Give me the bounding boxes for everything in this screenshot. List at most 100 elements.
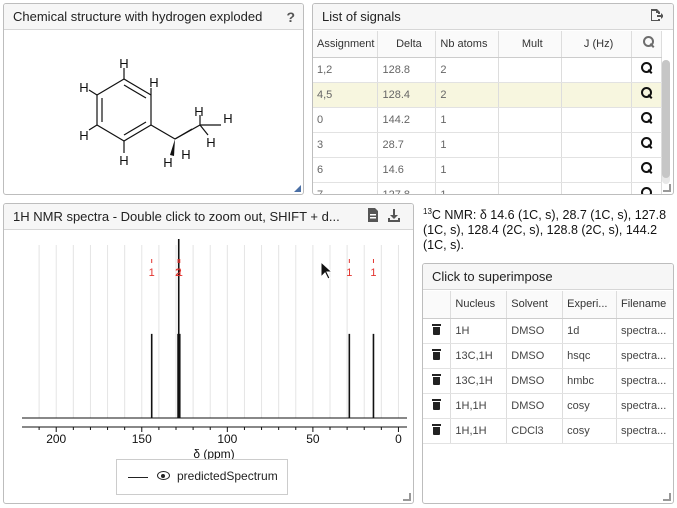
trash-icon[interactable] bbox=[432, 423, 441, 435]
delete-cell[interactable] bbox=[423, 418, 452, 444]
delete-cell[interactable] bbox=[423, 368, 452, 394]
search-icon[interactable] bbox=[640, 137, 653, 149]
signal-row[interactable]: 1,2 128.8 2 bbox=[313, 57, 662, 83]
hydrogen-label: H bbox=[206, 135, 215, 150]
signals-scrollbar[interactable] bbox=[662, 60, 670, 184]
search-icon[interactable] bbox=[640, 62, 653, 74]
signals-table-header: Assignment Delta Nb atoms Mult J (Hz) bbox=[313, 31, 662, 58]
signal-mult[interactable] bbox=[498, 57, 563, 83]
signal-j[interactable] bbox=[561, 82, 633, 108]
row-solvent: DMSO bbox=[506, 343, 564, 369]
signal-nb-atoms: 2 bbox=[435, 82, 500, 108]
hydrogen-label: H bbox=[163, 155, 172, 170]
signal-assignment: 0 bbox=[313, 107, 379, 133]
chart-legend[interactable]: predictedSpectrum bbox=[116, 459, 288, 495]
signal-zoom-cell[interactable] bbox=[631, 82, 662, 108]
signal-mult[interactable] bbox=[498, 132, 563, 158]
search-icon[interactable] bbox=[642, 36, 655, 48]
superimpose-panel-title: Click to superimpose bbox=[432, 269, 553, 284]
resize-handle-icon[interactable] bbox=[403, 493, 411, 501]
signal-assignment: 7 bbox=[313, 182, 379, 194]
column-header-nucleus[interactable]: Nucleus bbox=[450, 291, 508, 319]
pdf-icon[interactable] bbox=[367, 208, 379, 227]
molecule-drawing[interactable]: H H H H H H H H H H bbox=[4, 31, 303, 195]
x-tick-label: 200 bbox=[46, 432, 66, 446]
trash-icon[interactable] bbox=[432, 323, 441, 335]
row-filename: spectra... bbox=[616, 418, 673, 444]
signal-zoom-cell[interactable] bbox=[631, 132, 662, 158]
peak-label: 1 bbox=[370, 267, 376, 279]
signal-j[interactable] bbox=[561, 157, 633, 183]
eye-icon[interactable] bbox=[157, 471, 170, 480]
column-header-delta[interactable]: Delta bbox=[377, 31, 437, 58]
trash-icon[interactable] bbox=[432, 398, 441, 410]
signal-mult[interactable] bbox=[498, 157, 563, 183]
search-icon[interactable] bbox=[640, 162, 653, 174]
signal-j[interactable] bbox=[561, 107, 633, 133]
signal-mult[interactable] bbox=[498, 107, 563, 133]
structure-panel: Chemical structure with hydrogen explode… bbox=[3, 3, 304, 195]
delete-cell[interactable] bbox=[423, 318, 452, 344]
spectrum-chart[interactable]: 122111 200150100500 δ (ppm) bbox=[4, 231, 413, 477]
question-icon[interactable]: ? bbox=[286, 8, 295, 26]
signal-zoom-cell[interactable] bbox=[631, 57, 662, 83]
signal-row[interactable]: 7 127.8 1 bbox=[313, 182, 662, 194]
structure-panel-title: Chemical structure with hydrogen explode… bbox=[13, 9, 263, 24]
signal-j[interactable] bbox=[561, 132, 633, 158]
signal-assignment: 1,2 bbox=[313, 57, 379, 83]
signal-row[interactable]: 6 14.6 1 bbox=[313, 157, 662, 183]
delete-cell[interactable] bbox=[423, 343, 452, 369]
column-header-nb-atoms[interactable]: Nb atoms bbox=[435, 31, 500, 58]
row-filename: spectra... bbox=[616, 393, 673, 419]
superimpose-row[interactable]: 1H,1H CDCl3 cosy spectra... bbox=[423, 418, 673, 444]
export-icon[interactable] bbox=[649, 8, 664, 27]
signal-nb-atoms: 1 bbox=[435, 182, 500, 194]
signal-row[interactable]: 0 144.2 1 bbox=[313, 107, 662, 133]
search-icon[interactable] bbox=[640, 87, 653, 99]
signal-zoom-cell[interactable] bbox=[631, 107, 662, 133]
column-header-actions bbox=[423, 291, 452, 319]
download-icon[interactable] bbox=[387, 208, 401, 227]
superimpose-table: Nucleus Solvent Experi... Filename 1H DM… bbox=[423, 291, 673, 444]
trash-icon[interactable] bbox=[432, 348, 441, 360]
row-nucleus: 13C,1H bbox=[450, 343, 508, 369]
hydrogen-label: H bbox=[149, 75, 158, 90]
superimpose-row[interactable]: 13C,1H DMSO hmbc spectra... bbox=[423, 368, 673, 394]
signal-row[interactable]: 4,5 128.4 2 bbox=[313, 82, 662, 108]
column-header-search[interactable] bbox=[631, 31, 662, 58]
column-header-solvent[interactable]: Solvent bbox=[506, 291, 564, 319]
signal-j[interactable] bbox=[561, 57, 633, 83]
hydrogen-label: H bbox=[119, 56, 128, 71]
resize-handle-icon[interactable] bbox=[663, 184, 671, 192]
signal-delta: 144.2 bbox=[377, 107, 437, 133]
column-header-j[interactable]: J (Hz) bbox=[561, 31, 633, 58]
scrollbar-thumb[interactable] bbox=[662, 60, 670, 178]
resize-handle-icon[interactable] bbox=[663, 493, 671, 501]
signal-zoom-cell[interactable] bbox=[631, 182, 662, 194]
trash-icon[interactable] bbox=[432, 373, 441, 385]
column-header-assignment[interactable]: Assignment bbox=[313, 31, 379, 58]
delete-cell[interactable] bbox=[423, 393, 452, 419]
x-tick-label: 100 bbox=[217, 432, 237, 446]
superimpose-row[interactable]: 1H,1H DMSO cosy spectra... bbox=[423, 393, 673, 419]
signals-panel: List of signals Assignment Delta Nb atom… bbox=[312, 3, 674, 195]
spectrum-grid bbox=[38, 245, 399, 418]
signal-nb-atoms: 1 bbox=[435, 132, 500, 158]
signal-row[interactable]: 3 28.7 1 bbox=[313, 132, 662, 158]
signal-j[interactable] bbox=[561, 182, 633, 194]
search-icon[interactable] bbox=[640, 187, 653, 194]
signal-assignment: 6 bbox=[313, 157, 379, 183]
row-nucleus: 1H,1H bbox=[450, 418, 508, 444]
resize-corner-icon[interactable] bbox=[294, 185, 301, 192]
signal-mult[interactable] bbox=[498, 182, 563, 194]
column-header-mult[interactable]: Mult bbox=[498, 31, 563, 58]
signal-zoom-cell[interactable] bbox=[631, 157, 662, 183]
superimpose-row[interactable]: 1H DMSO 1d spectra... bbox=[423, 318, 673, 344]
signal-mult[interactable] bbox=[498, 82, 563, 108]
column-header-filename[interactable]: Filename bbox=[616, 291, 673, 319]
column-header-experiment[interactable]: Experi... bbox=[562, 291, 618, 319]
search-icon[interactable] bbox=[640, 112, 653, 124]
structure-panel-header: Chemical structure with hydrogen explode… bbox=[4, 4, 303, 30]
x-tick-label: 0 bbox=[395, 432, 402, 446]
superimpose-row[interactable]: 13C,1H DMSO hsqc spectra... bbox=[423, 343, 673, 369]
